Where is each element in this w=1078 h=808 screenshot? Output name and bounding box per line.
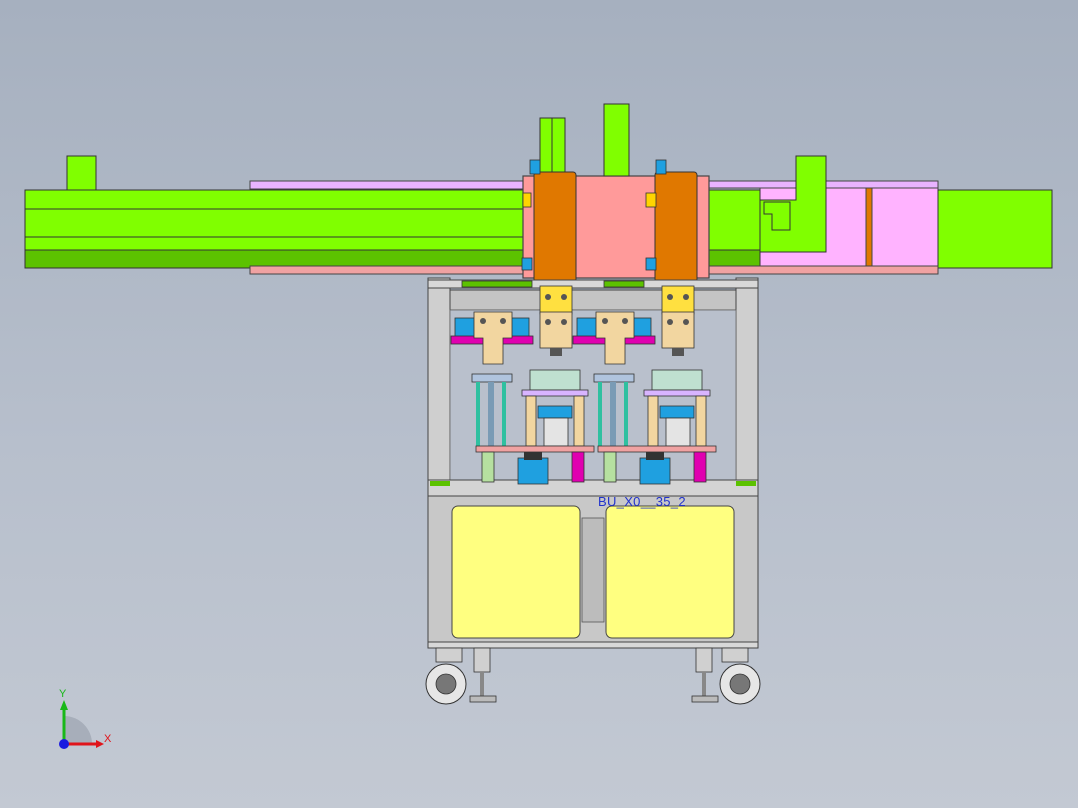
mid-plate	[427, 479, 759, 497]
right-rail-body	[937, 189, 1053, 269]
cad-viewport[interactable]: BU_X0__35_2 Y X	[0, 0, 1078, 808]
left-orange-slide	[533, 171, 577, 283]
right-vertical-cylinder	[603, 103, 630, 177]
right-orange-slide	[654, 171, 698, 283]
right-cabinet-door	[605, 505, 735, 639]
caster-right	[719, 647, 761, 705]
left-rail-bottom-strip	[24, 249, 531, 269]
left-cabinet-door	[451, 505, 581, 639]
top-rail-assembly[interactable]	[24, 103, 1053, 283]
foot-right	[691, 647, 719, 703]
z-axis-dot	[59, 739, 69, 749]
x-axis-label: X	[104, 733, 112, 745]
annotation-label: BU_X0__35_2	[598, 494, 686, 509]
caster-left	[425, 647, 467, 705]
left-rail-top-block	[66, 155, 97, 191]
y-axis-label: Y	[59, 688, 67, 700]
coordinate-triad	[59, 700, 104, 749]
machine-assembly-drawing[interactable]	[0, 0, 1078, 808]
foot-left	[469, 647, 497, 703]
